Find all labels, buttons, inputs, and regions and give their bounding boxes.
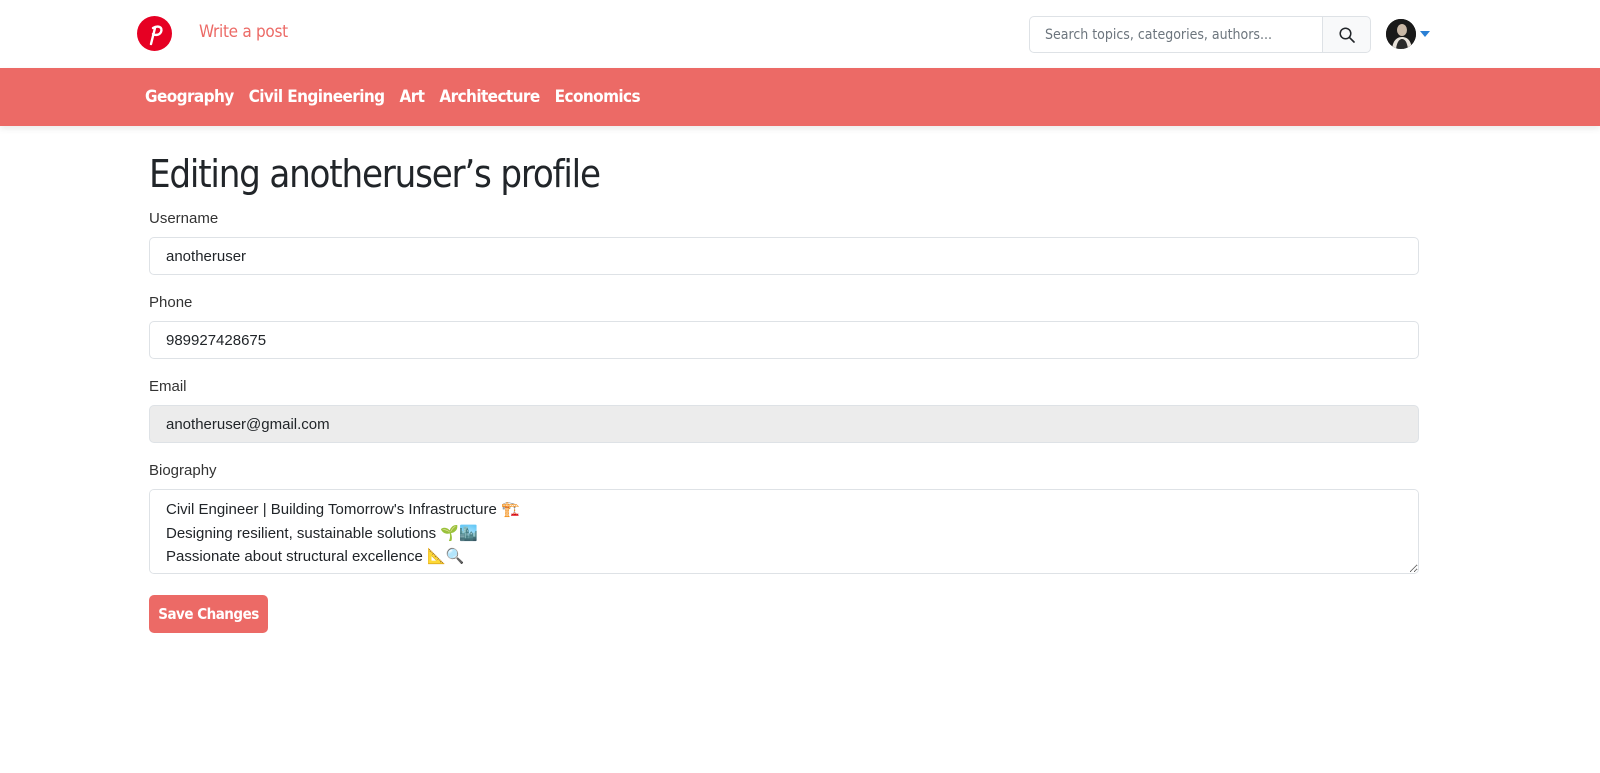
username-label: Username bbox=[149, 210, 219, 227]
email-field bbox=[149, 405, 1419, 443]
logo-glyph bbox=[149, 24, 163, 45]
category-bar: Geography Civil Engineering Art Architec… bbox=[0, 68, 1600, 126]
email-label: Email bbox=[149, 378, 187, 395]
category-link-geography[interactable]: Geography bbox=[145, 87, 234, 107]
phone-field[interactable] bbox=[149, 321, 1419, 359]
search-input[interactable] bbox=[1029, 16, 1322, 53]
save-changes-button[interactable]: Save Changes bbox=[149, 595, 268, 633]
category-list: Geography Civil Engineering Art Architec… bbox=[145, 68, 641, 126]
chevron-down-icon bbox=[1420, 31, 1430, 37]
email-group: Email bbox=[149, 378, 1419, 443]
user-menu-toggle[interactable] bbox=[1386, 18, 1430, 50]
biography-label: Biography bbox=[149, 462, 217, 479]
phone-group: Phone bbox=[149, 294, 1419, 359]
biography-group: Biography Civil Engineer | Building Tomo… bbox=[149, 462, 1419, 579]
site-logo-icon[interactable] bbox=[137, 16, 172, 51]
search-form bbox=[1029, 16, 1371, 53]
page-title: Editing anotheruser’s profile bbox=[149, 152, 601, 196]
write-post-link[interactable]: Write a post bbox=[199, 22, 288, 42]
search-button[interactable] bbox=[1322, 16, 1371, 53]
username-field[interactable] bbox=[149, 237, 1419, 275]
biography-textarea[interactable]: Civil Engineer | Building Tomorrow's Inf… bbox=[149, 489, 1419, 574]
top-navbar: Write a post bbox=[0, 0, 1600, 68]
category-link-architecture[interactable]: Architecture bbox=[439, 87, 540, 107]
username-group: Username bbox=[149, 210, 1419, 275]
category-link-civil-engineering[interactable]: Civil Engineering bbox=[249, 87, 385, 107]
search-icon bbox=[1338, 26, 1355, 43]
category-link-art[interactable]: Art bbox=[399, 87, 425, 107]
profile-edit-form: Editing anotheruser’s profile Username P… bbox=[149, 148, 1419, 633]
phone-label: Phone bbox=[149, 294, 193, 311]
avatar-image bbox=[1386, 19, 1416, 49]
avatar[interactable] bbox=[1386, 19, 1416, 49]
category-link-economics[interactable]: Economics bbox=[555, 87, 641, 107]
